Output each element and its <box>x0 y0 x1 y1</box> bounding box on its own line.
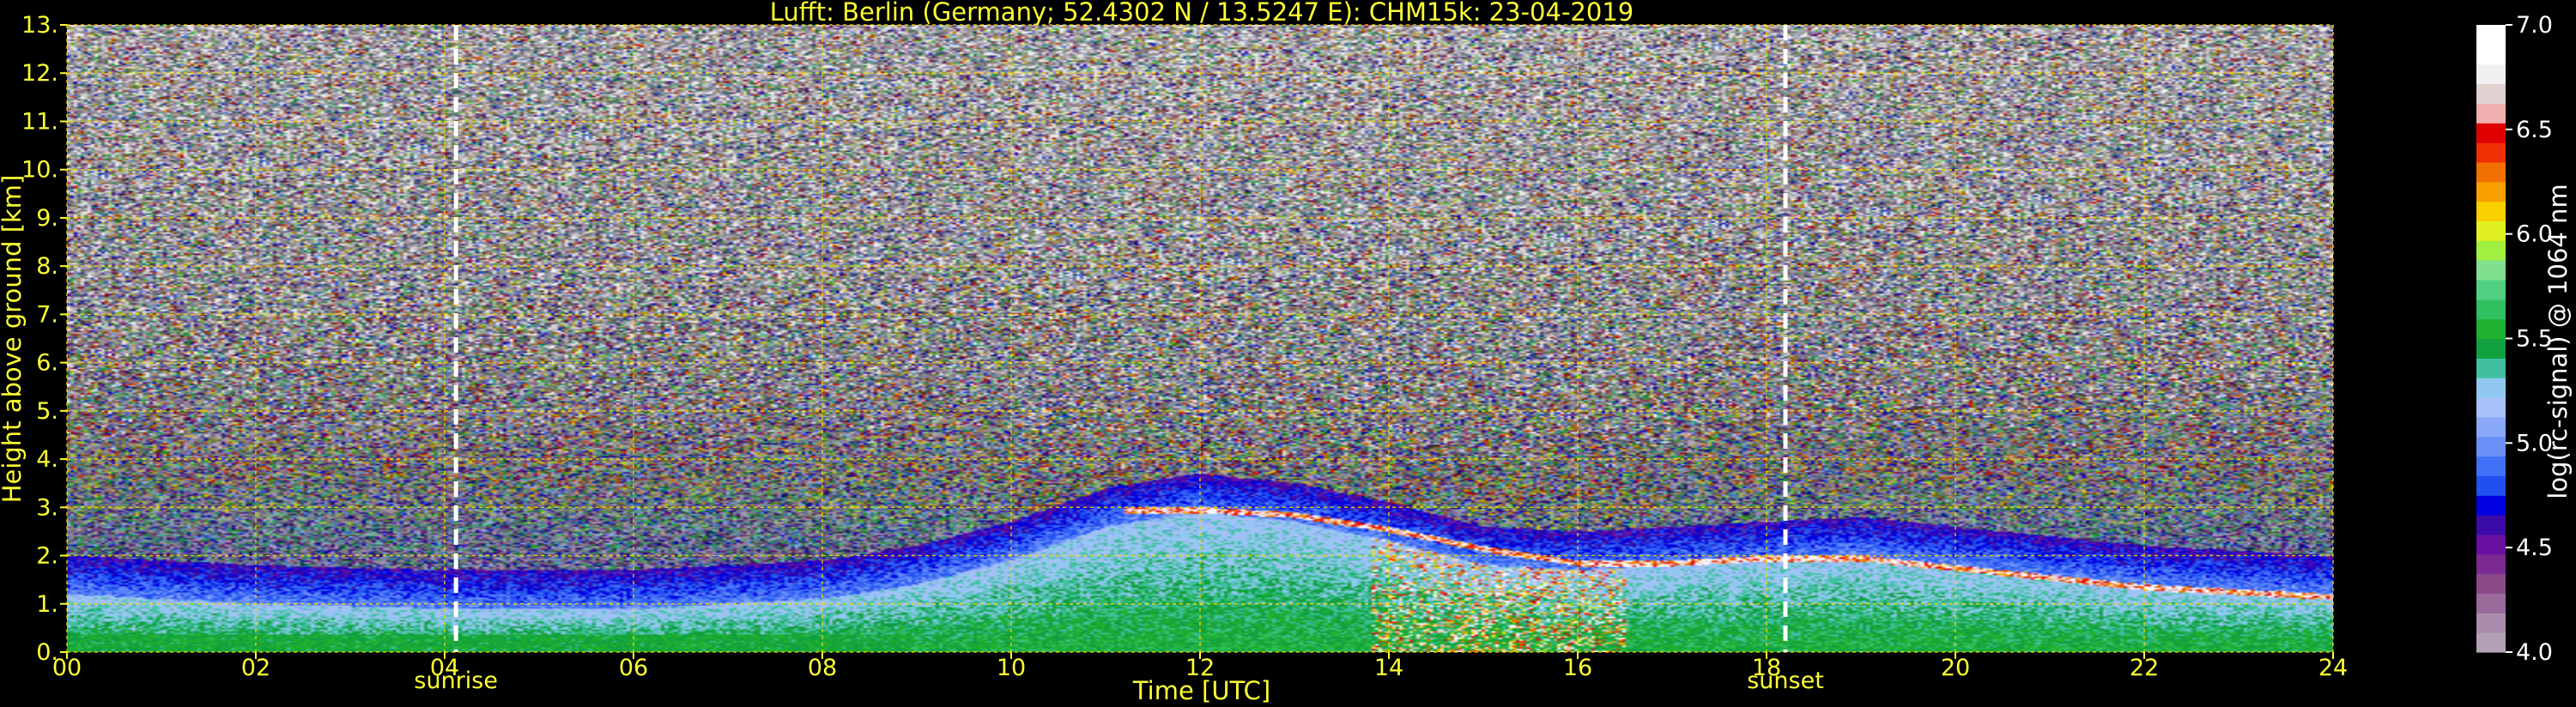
colorbar-swatch <box>2476 534 2506 555</box>
colorbar-swatch <box>2476 201 2506 222</box>
x-tick-label: 10 <box>997 655 1026 681</box>
y-axis-label: Height above ground [km] <box>0 175 27 504</box>
y-tick-label: 9. <box>36 205 58 232</box>
x-tick-label: 22 <box>2130 655 2159 681</box>
colorbar-swatch <box>2476 553 2506 575</box>
chart-title: Lufft: Berlin (Germany; 52.4302 N / 13.5… <box>770 0 1633 27</box>
colorbar-swatch <box>2476 632 2506 653</box>
x-tick-label: 14 <box>1374 655 1403 681</box>
colorbar-swatch <box>2476 123 2506 143</box>
colorbar-swatch <box>2476 181 2506 202</box>
colorbar-swatch <box>2476 44 2506 65</box>
colorbar-swatch <box>2476 221 2506 241</box>
colorbar-swatch <box>2476 613 2506 633</box>
y-tick-label: 6. <box>36 350 58 377</box>
colorbar-swatch <box>2476 416 2506 438</box>
y-tick-label: 11. <box>21 108 58 135</box>
colorbar-tick-label: 4.0 <box>2516 639 2553 666</box>
x-tick-label: 08 <box>808 655 837 681</box>
colorbar-swatch <box>2476 142 2506 163</box>
y-tick-label: 3. <box>36 494 58 521</box>
x-tick-label: 06 <box>619 655 648 681</box>
colorbar-swatch <box>2476 573 2506 595</box>
y-tick-label: 13. <box>21 12 58 39</box>
x-tick-label: 02 <box>241 655 270 681</box>
colorbar-label: log(rc-signal) @ 1064 nm <box>2543 184 2573 499</box>
y-tick-label: 5. <box>36 398 58 425</box>
x-tick-label: 24 <box>2318 655 2348 681</box>
colorbar-tick-label: 6.5 <box>2516 117 2553 143</box>
y-tick-label: 10. <box>21 157 58 184</box>
y-tick-label: 7. <box>36 301 58 328</box>
colorbar-swatch <box>2476 260 2506 281</box>
colorbar-swatch <box>2476 25 2506 45</box>
colorbar-swatch <box>2476 358 2506 378</box>
colorbar-swatch <box>2476 240 2506 261</box>
colorbar-swatch <box>2476 299 2506 320</box>
x-tick-label: 18 <box>1752 655 1781 681</box>
colorbar-swatch <box>2476 279 2506 300</box>
colorbar-swatch <box>2476 456 2506 477</box>
colorbar-swatch <box>2476 515 2506 535</box>
y-tick-label: 4. <box>36 446 58 473</box>
colorbar-swatch <box>2476 475 2506 496</box>
y-tick-label: 0. <box>36 639 58 666</box>
lidar-chart: Lufft: Berlin (Germany; 52.4302 N / 13.5… <box>0 0 2576 707</box>
y-tick-label: 8. <box>36 253 58 280</box>
colorbar-swatch <box>2476 103 2506 124</box>
colorbar-swatch <box>2476 318 2506 340</box>
colorbar-swatch <box>2476 593 2506 613</box>
plot-area <box>67 25 2333 652</box>
colorbar-swatch <box>2476 83 2506 104</box>
y-tick-label: 12. <box>21 60 58 87</box>
x-tick-label: 16 <box>1563 655 1592 681</box>
colorbar-swatch <box>2476 378 2506 398</box>
colorbar-tick-label: 7.0 <box>2516 12 2553 39</box>
colorbar-swatch <box>2476 63 2506 85</box>
colorbar-swatch <box>2476 161 2506 183</box>
backscatter-heatmap <box>67 25 2333 652</box>
y-tick-label: 1. <box>36 591 58 618</box>
x-tick-label: 04 <box>430 655 459 681</box>
colorbar-swatch <box>2476 495 2506 516</box>
colorbar-swatch <box>2476 436 2506 457</box>
colorbar-swatches <box>2476 25 2506 653</box>
colorbar-swatch <box>2476 338 2506 359</box>
x-axis-label: Time [UTC] <box>1132 676 1270 705</box>
x-tick-label: 20 <box>1941 655 1970 681</box>
colorbar-tick-label: 4.5 <box>2516 535 2553 561</box>
y-tick-label: 2. <box>36 543 58 570</box>
colorbar-swatch <box>2476 397 2506 418</box>
